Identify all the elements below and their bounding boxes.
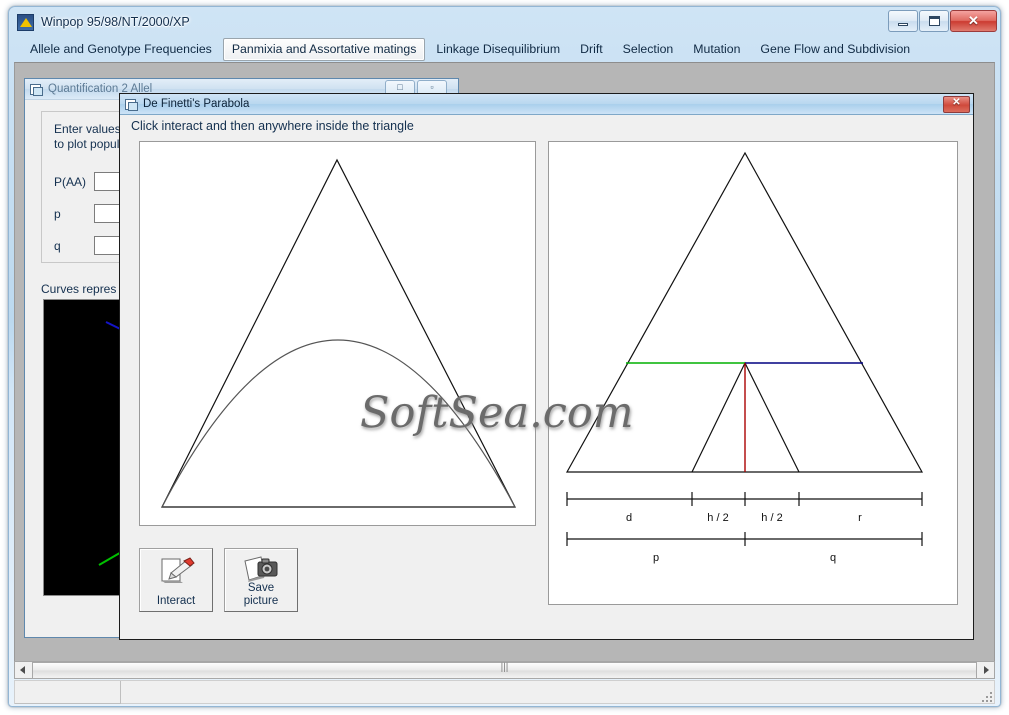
tab-drift[interactable]: Drift	[571, 38, 612, 61]
de-finetti-parabola-plot[interactable]	[139, 141, 536, 526]
de-finetti-title: De Finetti's Parabola	[143, 98, 250, 110]
tab-allele-genotype-frequencies[interactable]: Allele and Genotype Frequencies	[21, 38, 221, 61]
maximize-button[interactable]	[919, 10, 949, 32]
mdi-client-area: Quantification 2 Allel □ ▫ Enter values …	[14, 62, 995, 674]
scale-label-r: r	[858, 512, 862, 524]
child-window-icon	[30, 83, 43, 96]
input-instruction-line1: Enter values f	[54, 122, 128, 136]
tab-panmixia-assortative-matings[interactable]: Panmixia and Assortative matings	[222, 38, 426, 61]
scrollbar-thumb[interactable]	[32, 661, 977, 679]
tab-mutation[interactable]: Mutation	[684, 38, 749, 61]
statusbar-cell	[15, 681, 121, 704]
save-picture-label-line1: Save	[247, 582, 275, 594]
interact-button-label: Interact	[156, 595, 196, 607]
de-finetti-titlebar: De Finetti's Parabola ✕	[120, 94, 973, 115]
interact-button[interactable]: Interact	[139, 548, 213, 612]
close-icon: ✕	[952, 97, 961, 108]
winpop-app-icon	[17, 13, 34, 31]
resize-grip-icon[interactable]	[980, 690, 992, 702]
scale-label-d: d	[626, 512, 632, 524]
minimize-button[interactable]	[888, 10, 918, 32]
de-finetti-window[interactable]: De Finetti's Parabola ✕ Click interact a…	[119, 93, 974, 640]
de-finetti-decomposition-plot[interactable]: d h / 2 h / 2 r p q	[548, 141, 958, 605]
pencil-paper-icon	[161, 557, 195, 583]
input-instruction-line2: to plot popula	[54, 137, 127, 151]
main-tabstrip: Allele and Genotype Frequencies Panmixia…	[14, 37, 995, 62]
field-label-q: q	[54, 238, 61, 253]
hw-parabola	[161, 339, 516, 508]
child-window-icon	[125, 98, 138, 111]
scale-label-q: q	[830, 552, 836, 564]
field-label-paa: P(AA)	[54, 174, 87, 189]
de-finetti-hint: Click interact and then anywhere inside …	[131, 119, 414, 133]
scroll-right-arrow-icon[interactable]	[978, 662, 994, 678]
de-finetti-close-button[interactable]: ✕	[943, 96, 970, 113]
tab-selection[interactable]: Selection	[614, 38, 683, 61]
triangle-outline	[161, 158, 516, 508]
scale-label-h2-right: h / 2	[761, 512, 782, 524]
close-icon: ✕	[968, 13, 979, 28]
curves-caption: Curves repres	[41, 282, 117, 296]
scroll-left-arrow-icon[interactable]	[15, 662, 31, 678]
scale-label-h2-left: h / 2	[707, 512, 728, 524]
field-label-p: p	[54, 206, 61, 221]
application-window: Winpop 95/98/NT/2000/XP ✕ Allele and Gen…	[8, 6, 1001, 707]
save-picture-button-label: Save picture	[225, 582, 297, 608]
horizontal-scrollbar[interactable]	[14, 661, 995, 679]
save-picture-label-line2: picture	[243, 595, 279, 607]
statusbar	[14, 680, 995, 704]
window-titlebar: Winpop 95/98/NT/2000/XP ✕	[9, 7, 1000, 37]
parabola-svg	[161, 158, 516, 508]
window-controls: ✕	[888, 10, 997, 32]
tab-linkage-disequilibrium[interactable]: Linkage Disequilibrium	[427, 38, 569, 61]
camera-icon	[244, 556, 278, 582]
tab-gene-flow-subdivision[interactable]: Gene Flow and Subdivision	[751, 38, 919, 61]
decomposition-svg: d h / 2 h / 2 r p q	[565, 151, 924, 564]
close-button[interactable]: ✕	[950, 10, 997, 32]
scale-label-p: p	[653, 552, 659, 564]
window-title: Winpop 95/98/NT/2000/XP	[41, 15, 190, 29]
save-picture-button[interactable]: Save picture	[224, 548, 298, 612]
